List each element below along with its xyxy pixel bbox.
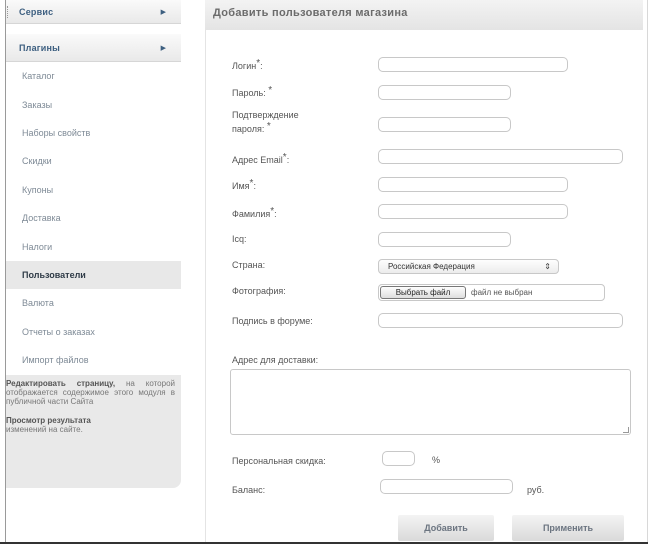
plugins-submenu: Каталог Заказы Наборы свойств Скидки Куп… [6,62,181,374]
sidebar-item-taxes[interactable]: Налоги [6,232,181,260]
name-input[interactable] [378,177,568,192]
select-arrows-icon: ⇕ [544,262,551,271]
surname-input[interactable] [378,204,568,219]
balance-input[interactable] [380,479,513,494]
icq-input[interactable] [378,232,511,247]
required-mark: * [282,152,287,163]
password-input[interactable] [378,85,511,100]
sidebar-item-order-reports[interactable]: Отчеты о заказах [6,318,181,346]
chevron-right-icon: ▶ [160,8,166,16]
login-label: Логин*: [232,58,263,71]
sidebar-item-property-sets[interactable]: Наборы свойств [6,119,181,147]
icq-label: Icq: [232,234,247,244]
country-select[interactable]: Российская Федерация ⇕ [378,259,559,274]
discount-input[interactable] [382,451,415,466]
balance-unit: руб. [527,485,545,495]
resize-grip-icon[interactable] [623,427,629,433]
menu-plugins[interactable]: Плагины ▶ [6,34,181,62]
sidebar-item-coupons[interactable]: Купоны [6,176,181,204]
choose-file-button[interactable]: Выбрать файл [380,286,466,299]
sidebar-item-file-import[interactable]: Импорт файлов [6,346,181,374]
page-title: Добавить пользователя магазина [213,7,408,19]
add-button[interactable]: Добавить [398,515,494,541]
email-input[interactable] [378,149,623,164]
info-panel: Редактировать страницу, на которой отобр… [6,375,181,488]
balance-label: Баланс: [232,485,266,495]
country-select-value: Российская Федерация [388,262,475,271]
sidebar-item-orders[interactable]: Заказы [6,90,181,118]
required-mark: * [256,58,261,69]
discount-unit: % [432,455,441,465]
sidebar-item-catalog[interactable]: Каталог [6,62,181,90]
sidebar-item-users[interactable]: Пользователи [6,260,181,290]
login-input[interactable] [378,57,568,72]
file-status-text: файл не выбран [471,288,533,297]
required-mark: * [249,178,254,189]
chevron-right-icon: ▶ [160,44,166,52]
edit-page-info[interactable]: Редактировать страницу, на которой отобр… [6,379,175,406]
address-textarea[interactable] [230,369,631,435]
confirm-password-label: Подтверждение пароля: * [232,110,299,134]
grip-icon [7,6,10,18]
country-label: Страна: [232,260,266,270]
sidebar: Сервис ▶ Плагины ▶ Каталог Заказы Наборы… [6,0,181,544]
sidebar-item-currency[interactable]: Валюта [6,289,181,317]
required-mark: * [266,121,271,132]
password-label: Пароль: * [232,85,273,98]
discount-label: Персональная скидка: [232,456,326,466]
apply-button[interactable]: Применить [512,515,624,541]
signature-label: Подпись в форуме: [232,316,313,326]
address-label: Адрес для доставки: [232,355,319,365]
menu-service[interactable]: Сервис ▶ [6,0,181,24]
required-mark: * [268,85,273,96]
menu-service-label: Сервис [19,6,54,17]
photo-label: Фотография: [232,286,286,296]
confirm-password-input[interactable] [378,117,511,132]
surname-label: Фамилия*: [232,206,277,219]
page-header: Добавить пользователя магазина [205,0,643,30]
email-label: Адрес Email*: [232,152,290,165]
menu-plugins-label: Плагины [19,42,60,53]
signature-input[interactable] [378,313,623,328]
sidebar-item-delivery[interactable]: Доставка [6,204,181,232]
name-label: Имя*: [232,178,256,191]
preview-info[interactable]: Просмотр результата изменений на сайте. [6,416,175,434]
preview-text: изменений на сайте. [6,425,83,434]
edit-page-link[interactable]: Редактировать страницу, [6,379,115,388]
sidebar-item-discounts[interactable]: Скидки [6,147,181,175]
preview-link[interactable]: Просмотр результата [6,416,175,425]
photo-file-input[interactable]: Выбрать файл файл не выбран [378,284,605,301]
required-mark: * [270,206,275,217]
